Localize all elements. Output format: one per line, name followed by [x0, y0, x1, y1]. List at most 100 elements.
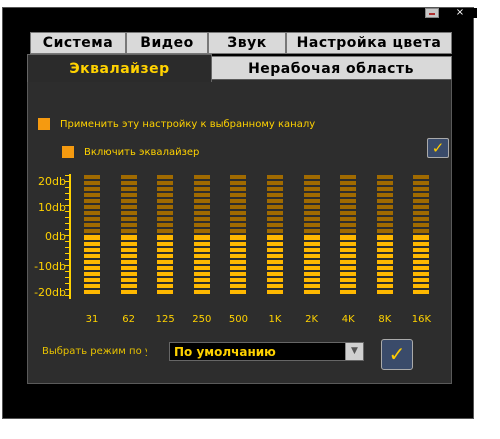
band-segment	[303, 211, 320, 216]
enable-equalizer-option[interactable]: Включить эквалайзер	[62, 146, 199, 158]
band-segment	[267, 217, 283, 222]
band-segment	[230, 259, 247, 264]
equalizer-band-slider[interactable]	[340, 175, 357, 296]
band-segment	[120, 253, 137, 258]
equalizer-band-slider[interactable]	[193, 175, 210, 296]
band-segment	[376, 193, 393, 198]
band-segment	[120, 289, 137, 294]
band-segment	[303, 259, 320, 264]
band-segment	[120, 271, 137, 276]
db-label-minus-10: -10db	[34, 260, 66, 273]
band-segment	[303, 223, 320, 228]
band-segment	[413, 199, 430, 204]
equalizer-band-slider[interactable]	[376, 175, 393, 296]
band-segment	[120, 259, 137, 264]
tab-non-working-area[interactable]: Нерабочая область	[210, 56, 452, 80]
band-segment	[267, 193, 283, 198]
equalizer-band-slider[interactable]	[84, 175, 100, 296]
band-segment	[376, 205, 393, 210]
db-tick	[65, 229, 69, 230]
band-segment	[120, 193, 137, 198]
band-segment	[193, 223, 210, 228]
equalizer-band-slider[interactable]	[157, 175, 174, 296]
apply-to-channel-option[interactable]: Применить эту настройку к выбранному кан…	[38, 118, 315, 130]
db-tick	[65, 211, 69, 212]
band-frequency-label: 4K	[341, 314, 355, 325]
band-segment	[230, 253, 247, 258]
band-segment	[193, 229, 210, 234]
band-segment	[340, 259, 357, 264]
band-segment	[267, 211, 283, 216]
band-segment	[267, 259, 283, 264]
band-segment	[413, 259, 430, 264]
tab-video[interactable]: Видео	[126, 32, 208, 54]
band-segment	[157, 229, 174, 234]
band-segment	[376, 187, 393, 192]
equalizer-band-slider[interactable]	[413, 175, 430, 296]
close-button[interactable]: ×	[443, 8, 477, 18]
band-frequency-label: 8K	[378, 314, 392, 325]
equalizer-band-slider[interactable]	[230, 175, 247, 296]
band-segment	[376, 181, 393, 186]
band-segment	[84, 235, 100, 240]
mode-select[interactable]: По умолчанию ▼	[169, 342, 364, 361]
band-segment	[303, 199, 320, 204]
band-segment	[84, 193, 100, 198]
band-segment	[340, 181, 357, 186]
band-segment	[193, 241, 210, 246]
band-segment	[303, 175, 320, 180]
band-segment	[340, 277, 357, 282]
band-frequency-label: 250	[192, 314, 212, 325]
band-segment	[376, 247, 393, 252]
band-segment	[230, 175, 247, 180]
equalizer-band-slider[interactable]	[120, 175, 137, 296]
equalizer-band-slider[interactable]	[303, 175, 320, 296]
band-segment	[193, 271, 210, 276]
band-segment	[193, 193, 210, 198]
band-segment	[413, 289, 430, 294]
band-segment	[230, 223, 247, 228]
mode-label: Выбрать режим по у	[42, 346, 147, 357]
band-segment	[230, 187, 247, 192]
band-segment	[84, 187, 100, 192]
band-segment	[267, 289, 283, 294]
tab-sound[interactable]: Звук	[208, 32, 286, 54]
tab-equalizer[interactable]: Эквалайзер	[27, 54, 212, 82]
tab-color-settings[interactable]: Настройка цвета	[286, 32, 452, 54]
enable-equalizer-checkbox[interactable]	[62, 146, 74, 158]
band-segment	[193, 217, 210, 222]
band-segment	[267, 277, 283, 282]
band-segment	[303, 193, 320, 198]
db-axis	[69, 174, 71, 299]
chevron-down-icon[interactable]: ▼	[345, 343, 363, 360]
band-segment	[84, 223, 100, 228]
band-segment	[120, 211, 137, 216]
band-segment	[267, 265, 283, 270]
band-segment	[84, 181, 100, 186]
confirm-button[interactable]: ✓	[427, 138, 449, 158]
band-segment	[193, 181, 210, 186]
band-segment	[84, 205, 100, 210]
band-segment	[84, 289, 100, 294]
band-segment	[303, 187, 320, 192]
db-tick	[65, 193, 69, 194]
equalizer-band-slider[interactable]	[267, 175, 283, 296]
band-segment	[303, 235, 320, 240]
db-tick	[65, 283, 69, 284]
minimize-button[interactable]	[425, 8, 439, 18]
band-segment	[413, 271, 430, 276]
band-segment	[157, 241, 174, 246]
band-segment	[303, 277, 320, 282]
db-tick	[65, 265, 69, 266]
band-segment	[376, 283, 393, 288]
db-tick	[65, 205, 69, 206]
band-segment	[267, 253, 283, 258]
apply-mode-button[interactable]: ✓	[381, 339, 413, 370]
db-tick	[65, 181, 69, 182]
apply-to-channel-checkbox[interactable]	[38, 118, 50, 130]
tab-system[interactable]: Система	[30, 32, 126, 54]
band-segment	[340, 235, 357, 240]
band-segment	[157, 277, 174, 282]
band-segment	[340, 223, 357, 228]
band-segment	[413, 193, 430, 198]
